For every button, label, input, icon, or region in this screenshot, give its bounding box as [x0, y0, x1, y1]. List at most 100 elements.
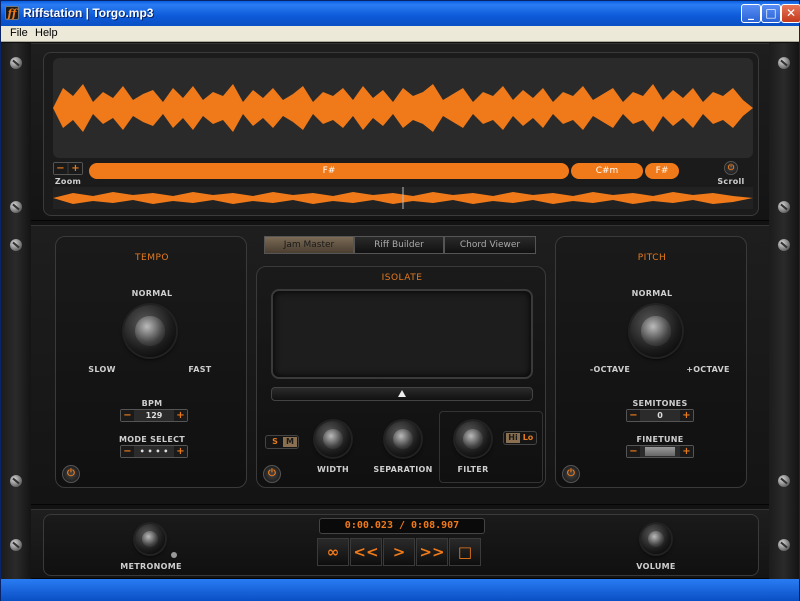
- semitones-increase-button[interactable]: +: [680, 410, 693, 421]
- separation-label: SEPARATION: [373, 465, 433, 474]
- transport-controls: ∞ << > >> □: [317, 538, 483, 568]
- pitch-normal-label: NORMAL: [631, 289, 673, 298]
- left-rail: [1, 43, 31, 579]
- pitch-power-icon[interactable]: ⏻: [562, 465, 580, 483]
- metronome-label: METRONOME: [120, 562, 182, 571]
- transport-panel: METRONOME 0:00.023 / 0:08.907 ∞ << > >> …: [31, 509, 769, 579]
- tab-chord-viewer[interactable]: Chord Viewer: [444, 236, 536, 254]
- screw-icon: [778, 239, 790, 251]
- stop-button[interactable]: □: [449, 538, 481, 566]
- finetune-decrease-button[interactable]: −: [627, 446, 640, 457]
- semitones-decrease-button[interactable]: −: [627, 410, 640, 421]
- slider-thumb-icon[interactable]: [398, 390, 406, 397]
- play-button[interactable]: >: [383, 538, 415, 566]
- mode-decrease-button[interactable]: −: [121, 446, 134, 457]
- pitch-title: PITCH: [637, 253, 667, 263]
- screw-icon: [10, 57, 22, 69]
- separation-knob[interactable]: [385, 421, 421, 457]
- mode-value: • • • •: [139, 447, 169, 456]
- semitones-stepper: − 0 +: [626, 409, 694, 422]
- tempo-normal-label: NORMAL: [131, 289, 173, 298]
- pitch-knob[interactable]: [630, 305, 682, 357]
- screw-icon: [10, 239, 22, 251]
- waveform-panel: − + Zoom F# C#m F# ⏻ Scroll: [31, 43, 769, 221]
- finetune-stepper: − +: [626, 445, 694, 458]
- isolate-slider[interactable]: [271, 387, 533, 401]
- menu-help[interactable]: Help: [35, 27, 58, 39]
- title-bar[interactable]: ff Riffstation | Torgo.mp3 _ □ ✕: [1, 1, 800, 26]
- width-knob[interactable]: [315, 421, 351, 457]
- zoom-stepper: − +: [53, 162, 83, 175]
- screw-icon: [10, 539, 22, 551]
- isolate-power-icon[interactable]: ⏻: [263, 465, 281, 483]
- semitones-label: SEMITONES: [632, 399, 688, 408]
- isolate-title: ISOLATE: [381, 273, 423, 283]
- chord-block[interactable]: F#: [89, 163, 569, 179]
- bpm-decrease-button[interactable]: −: [121, 410, 134, 421]
- app-logo-icon: ff: [5, 6, 19, 20]
- mode-select-label: MODE SELECT: [118, 435, 186, 444]
- tempo-title: TEMPO: [135, 253, 169, 263]
- window-title: Riffstation | Torgo.mp3: [23, 6, 154, 20]
- volume-knob[interactable]: [641, 524, 671, 554]
- rewind-button[interactable]: <<: [350, 538, 382, 566]
- main-waveform[interactable]: [53, 58, 753, 158]
- plus-octave-label: +OCTAVE: [686, 365, 730, 374]
- filter-label: FILTER: [457, 465, 489, 474]
- lo-button[interactable]: Lo: [521, 433, 535, 443]
- bpm-value[interactable]: 129: [134, 410, 174, 421]
- chord-block[interactable]: C#m: [571, 163, 643, 179]
- semitones-value[interactable]: 0: [640, 410, 680, 421]
- zoom-in-button[interactable]: +: [69, 163, 82, 174]
- hi-button[interactable]: Hi: [506, 433, 520, 443]
- finetune-increase-button[interactable]: +: [680, 446, 693, 457]
- pitch-section: PITCH NORMAL -OCTAVE +OCTAVE SEMITONES −…: [555, 236, 747, 488]
- mute-button[interactable]: M: [283, 437, 297, 447]
- time-display: 0:00.023 / 0:08.907: [319, 518, 485, 534]
- menu-file[interactable]: File: [10, 27, 28, 39]
- mode-increase-button[interactable]: +: [174, 446, 187, 457]
- finetune-slider[interactable]: [645, 447, 675, 456]
- close-button[interactable]: ✕: [781, 4, 800, 23]
- solo-button[interactable]: S: [268, 437, 282, 447]
- tempo-knob[interactable]: [124, 305, 176, 357]
- volume-label: VOLUME: [636, 562, 676, 571]
- fast-forward-button[interactable]: >>: [416, 538, 448, 566]
- screw-icon: [778, 201, 790, 213]
- minimize-button[interactable]: _: [741, 4, 761, 23]
- screw-icon: [778, 57, 790, 69]
- loop-button[interactable]: ∞: [317, 538, 349, 566]
- screw-icon: [10, 201, 22, 213]
- chord-block[interactable]: F#: [645, 163, 679, 179]
- metronome-led-icon: [171, 552, 177, 558]
- zoom-out-button[interactable]: −: [54, 163, 67, 174]
- menu-bar: File Help: [1, 26, 799, 42]
- tempo-fast-label: FAST: [188, 365, 212, 374]
- controls-panel: TEMPO NORMAL SLOW FAST BPM − 129 + MODE …: [31, 225, 769, 505]
- minus-octave-label: -OCTAVE: [589, 365, 631, 374]
- width-label: WIDTH: [316, 465, 350, 474]
- screw-icon: [10, 475, 22, 487]
- isolate-display[interactable]: [271, 289, 533, 379]
- metronome-knob[interactable]: [135, 524, 165, 554]
- isolate-section: ISOLATE S M WIDTH SEPARATION FILTER Hi L…: [256, 266, 546, 488]
- filter-knob[interactable]: [455, 421, 491, 457]
- tab-jam-master[interactable]: Jam Master: [264, 236, 354, 254]
- zoom-label: Zoom: [54, 177, 82, 186]
- tempo-slow-label: SLOW: [88, 365, 116, 374]
- tempo-section: TEMPO NORMAL SLOW FAST BPM − 129 + MODE …: [55, 236, 247, 488]
- overview-waveform[interactable]: [53, 187, 753, 209]
- scroll-label: Scroll: [717, 177, 745, 186]
- finetune-label: FINETUNE: [636, 435, 684, 444]
- maximize-button[interactable]: □: [761, 4, 781, 23]
- mode-select-stepper: − • • • • +: [120, 445, 188, 458]
- tab-riff-builder[interactable]: Riff Builder: [354, 236, 444, 254]
- solo-mute-toggle: S M: [265, 435, 299, 449]
- scroll-toggle-icon[interactable]: ⏻: [724, 161, 738, 175]
- tempo-power-icon[interactable]: ⏻: [62, 465, 80, 483]
- bpm-increase-button[interactable]: +: [174, 410, 187, 421]
- hi-lo-toggle: Hi Lo: [503, 431, 537, 445]
- taskbar-strip: [1, 579, 799, 601]
- bpm-label: BPM: [141, 399, 163, 408]
- screw-icon: [778, 475, 790, 487]
